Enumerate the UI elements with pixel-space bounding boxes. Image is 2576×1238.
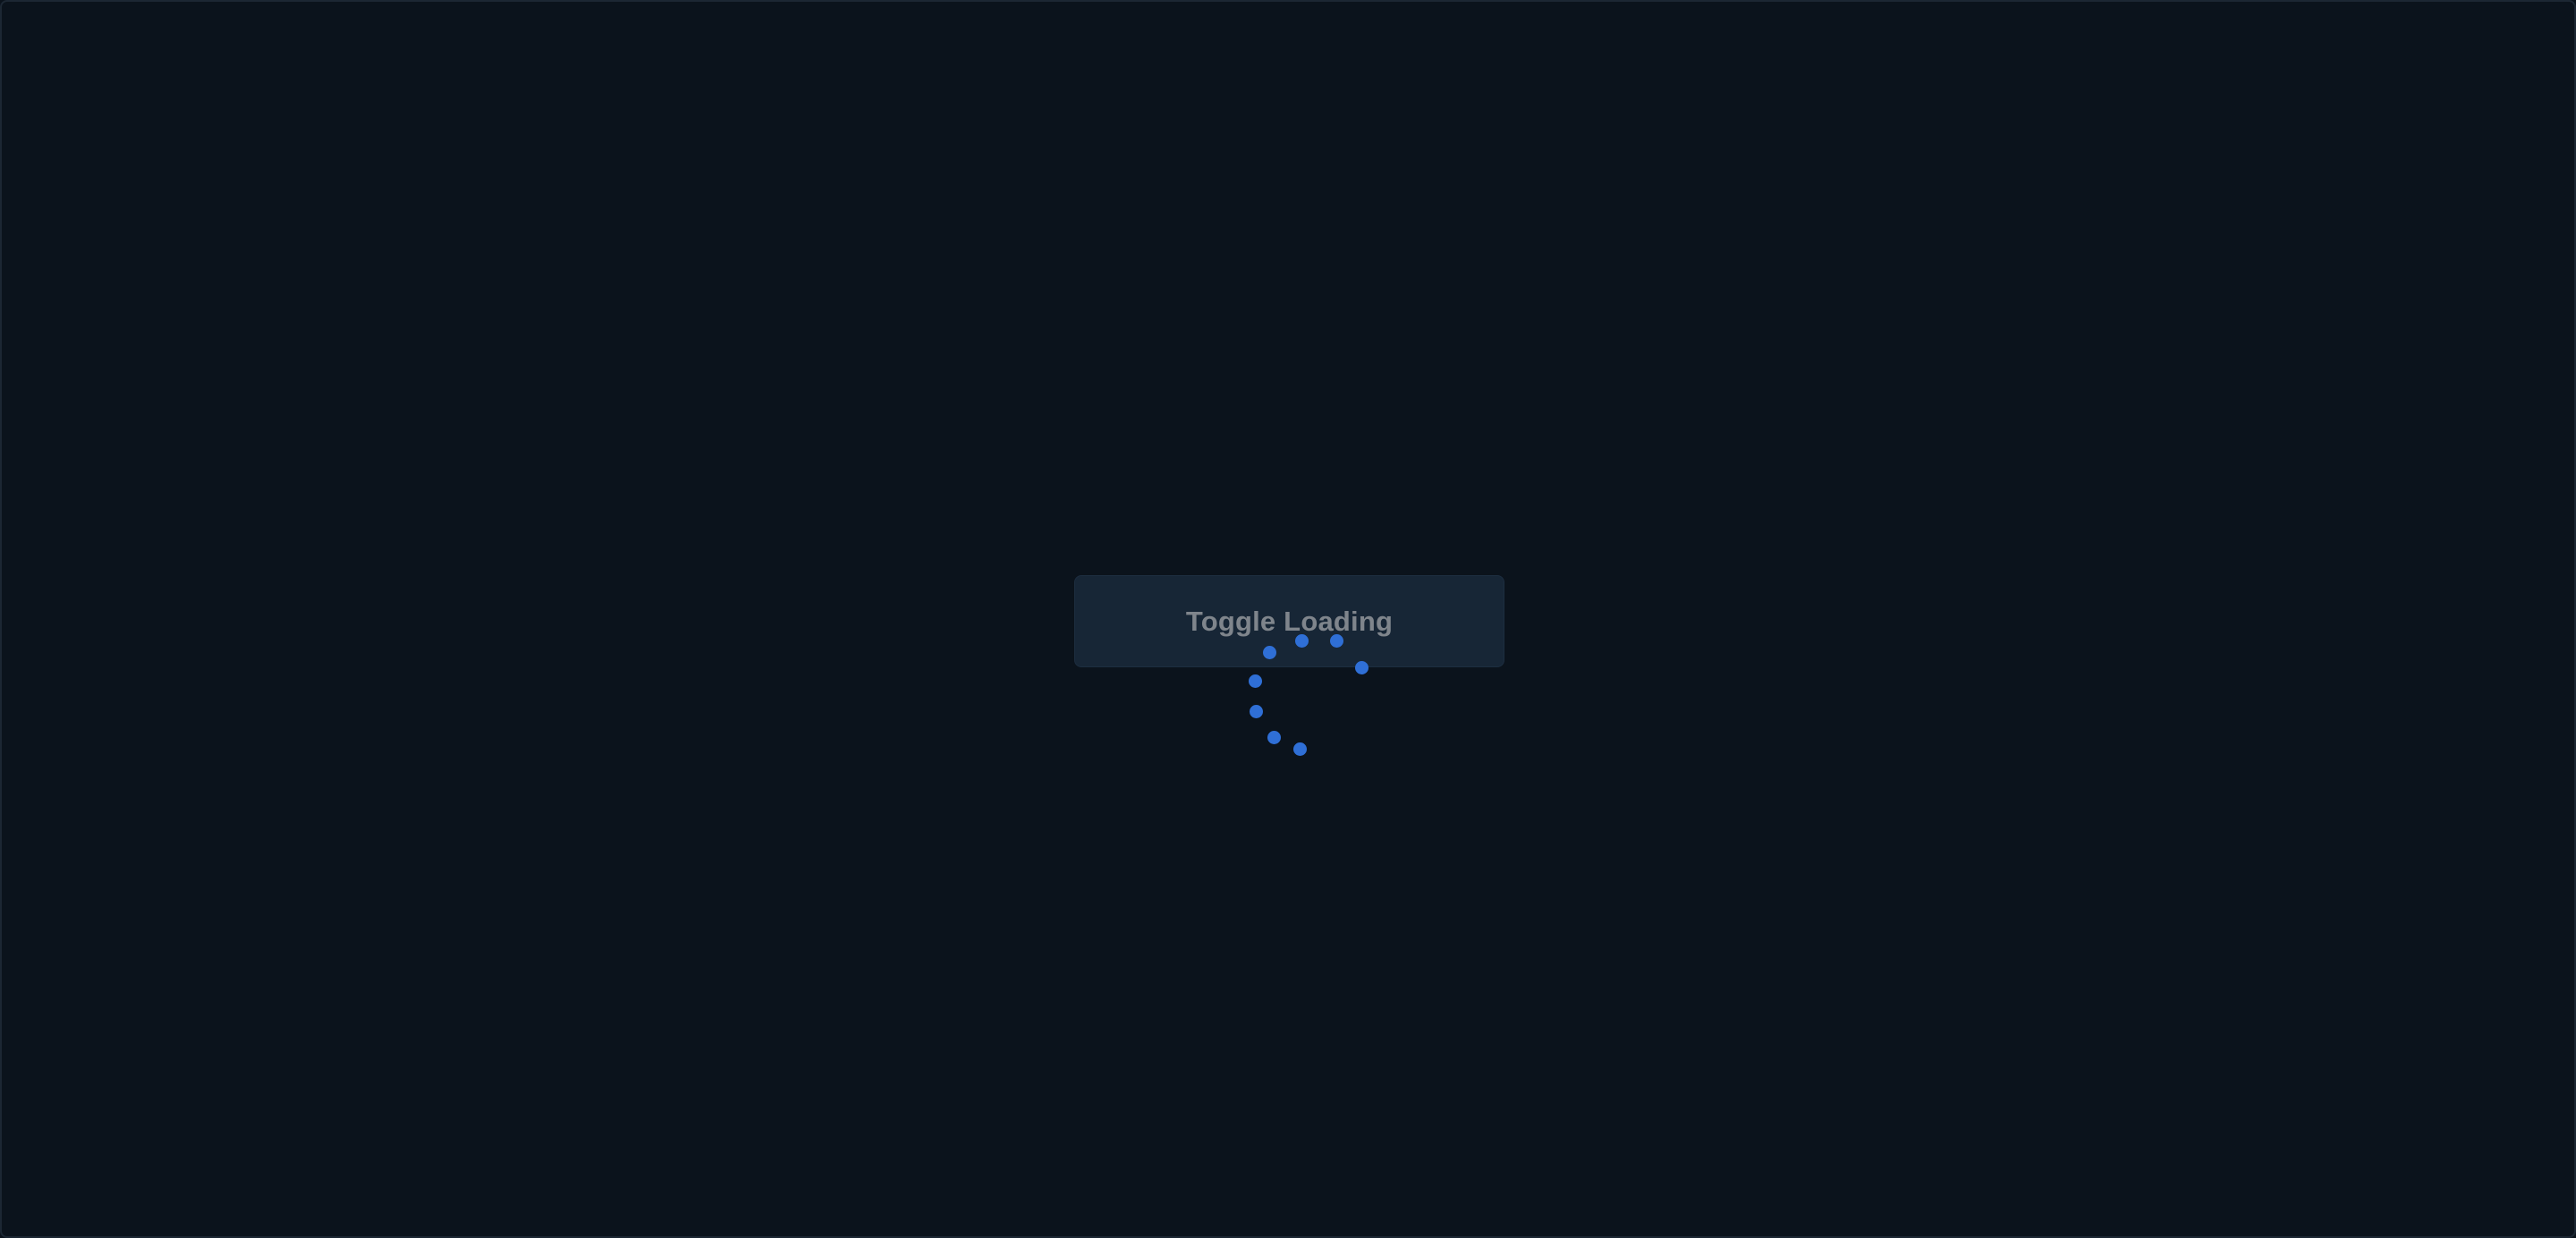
spinner-dot bbox=[1249, 704, 1263, 718]
spinner-dot bbox=[1248, 674, 1262, 688]
app-window: Toggle Loading bbox=[0, 0, 2576, 1238]
spinner-dot bbox=[1267, 730, 1281, 744]
spinner-dot bbox=[1292, 742, 1307, 756]
toggle-loading-button[interactable]: Toggle Loading bbox=[1074, 575, 1504, 667]
